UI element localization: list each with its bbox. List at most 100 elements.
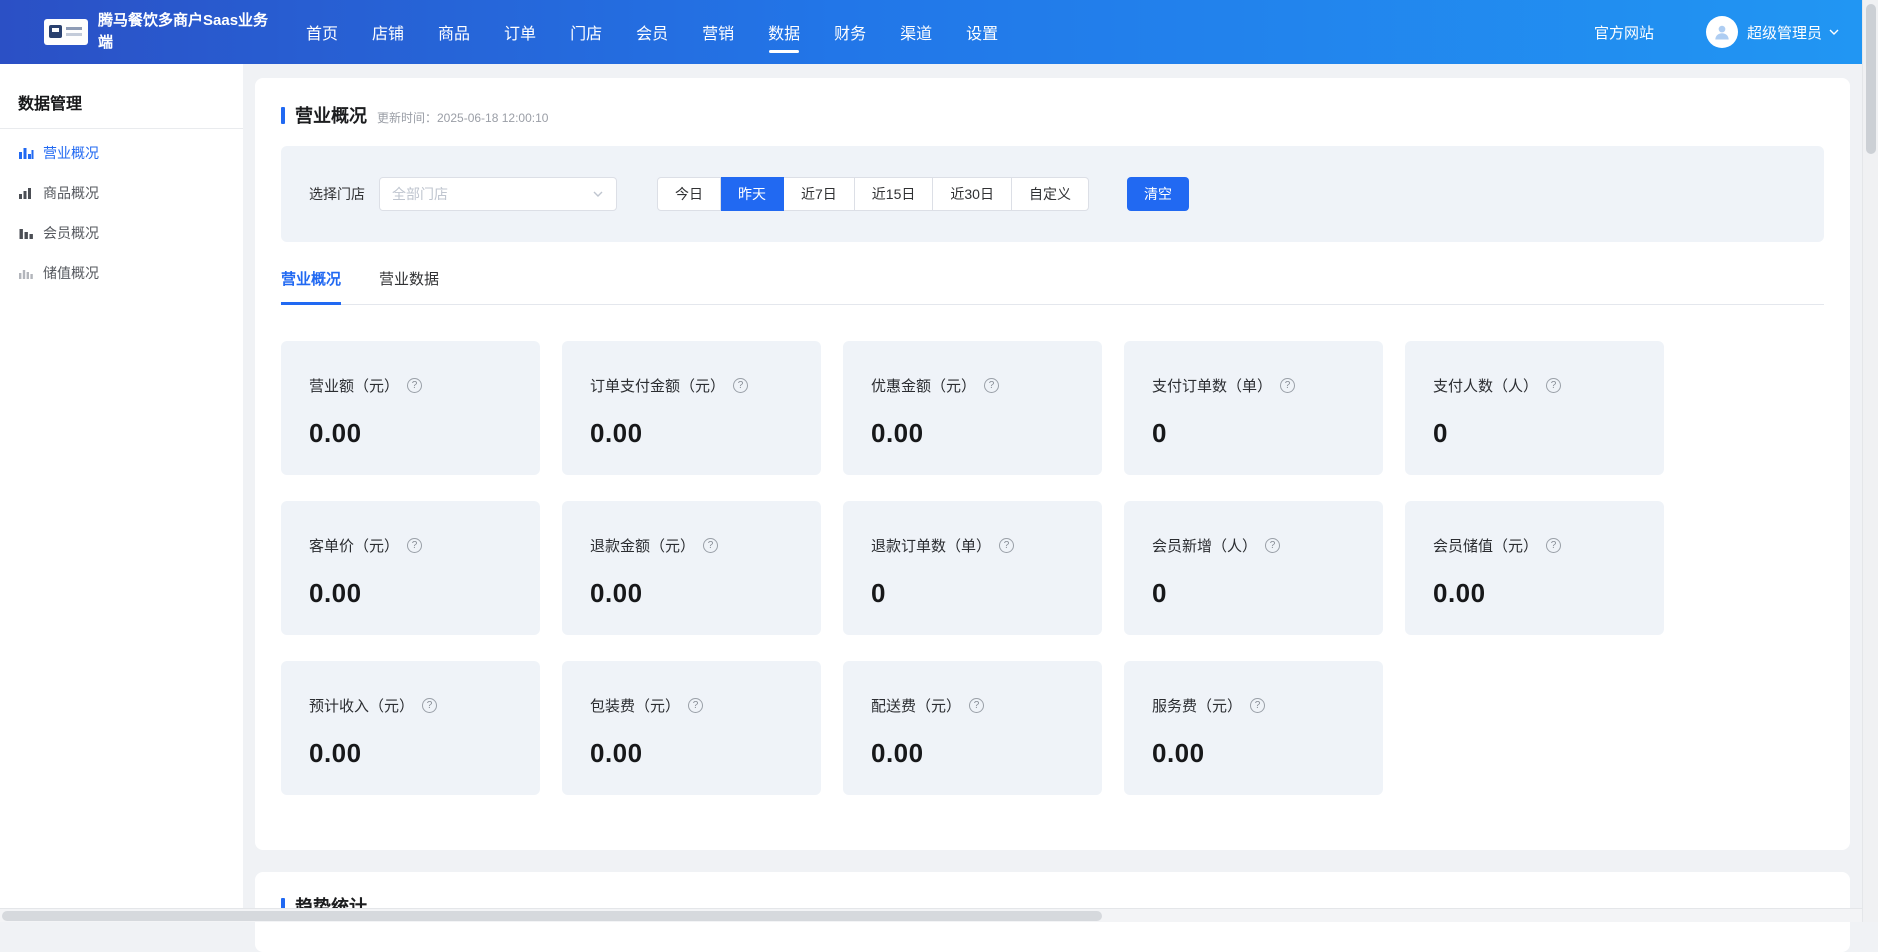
date-range-group: 今日 昨天 近7日 近15日 近30日 自定义: [657, 177, 1089, 211]
sidebar: 数据管理 营业概况 商品概况 会员概况: [0, 64, 243, 908]
stat-card-paid-order-count: 支付订单数（单）? 0: [1124, 341, 1383, 475]
stat-card-order-paid-amount: 订单支付金额（元）? 0.00: [562, 341, 821, 475]
clear-button[interactable]: 清空: [1127, 177, 1189, 211]
stat-card-grid: 营业额（元）? 0.00 订单支付金额（元）? 0.00 优惠金额（元）? 0.…: [281, 341, 1824, 795]
help-icon[interactable]: ?: [407, 538, 422, 553]
help-icon[interactable]: ?: [407, 378, 422, 393]
stat-label: 会员新增（人）: [1152, 535, 1257, 556]
nav-item-settings[interactable]: 设置: [966, 0, 998, 64]
nav-item-label: 会员: [636, 20, 668, 44]
top-nav-menu: 首页 店铺 商品 订单 门店 会员 营销 数据 财务 渠道 设置: [306, 0, 998, 64]
filter-panel: 选择门店 全部门店 今日 昨天 近7日 近15日 近30日 自定义 清空: [281, 146, 1824, 242]
stat-card-packaging-fee: 包装费（元）? 0.00: [562, 661, 821, 795]
stat-value: 0.00: [871, 738, 1074, 769]
store-select[interactable]: 全部门店: [379, 177, 617, 211]
stat-value: 0.00: [590, 738, 793, 769]
range-button-today[interactable]: 今日: [657, 177, 721, 211]
stat-value: 0.00: [1433, 578, 1636, 609]
stat-value: 0: [871, 578, 1074, 609]
nav-item-label: 商品: [438, 20, 470, 44]
range-button-last30days[interactable]: 近30日: [933, 177, 1012, 211]
stat-label: 退款订单数（单）: [871, 535, 991, 556]
stat-label: 支付订单数（单）: [1152, 375, 1272, 396]
user-name[interactable]: 超级管理员: [1747, 22, 1822, 43]
stat-card-estimated-income: 预计收入（元）? 0.00: [281, 661, 540, 795]
vertical-scrollbar-thumb[interactable]: [1866, 4, 1876, 154]
top-navbar: 腾马餐饮多商户Saas业务端 首页 店铺 商品 订单 门店 会员 营销 数据 财…: [0, 0, 1862, 64]
nav-item-label: 渠道: [900, 20, 932, 44]
nav-item-label: 设置: [966, 20, 998, 44]
help-icon[interactable]: ?: [1250, 698, 1265, 713]
stat-card-refund-amount: 退款金额（元）? 0.00: [562, 501, 821, 635]
stat-label: 包装费（元）: [590, 695, 680, 716]
help-icon[interactable]: ?: [1280, 378, 1295, 393]
bar-chart-icon: [18, 225, 34, 241]
stat-card-new-members: 会员新增（人）? 0: [1124, 501, 1383, 635]
range-button-yesterday[interactable]: 昨天: [721, 177, 784, 211]
sidebar-item-stored-value-overview[interactable]: 储值概况: [0, 253, 243, 293]
help-icon[interactable]: ?: [984, 378, 999, 393]
horizontal-scrollbar[interactable]: [0, 908, 1862, 922]
nav-item-home[interactable]: 首页: [306, 0, 338, 64]
nav-item-goods[interactable]: 商品: [438, 0, 470, 64]
range-button-custom[interactable]: 自定义: [1012, 177, 1089, 211]
business-overview-panel: 营业概况 更新时间：2025-06-18 12:00:10 选择门店 全部门店 …: [255, 78, 1850, 850]
nav-item-stores[interactable]: 门店: [570, 0, 602, 64]
stat-value: 0.00: [871, 418, 1074, 449]
tab-business-data[interactable]: 营业数据: [379, 268, 439, 305]
user-avatar[interactable]: [1706, 16, 1738, 48]
nav-item-label: 订单: [504, 20, 536, 44]
stat-card-paying-users: 支付人数（人）? 0: [1405, 341, 1664, 475]
help-icon[interactable]: ?: [1546, 538, 1561, 553]
sidebar-item-member-overview[interactable]: 会员概况: [0, 213, 243, 253]
range-button-last7days[interactable]: 近7日: [784, 177, 855, 211]
nav-item-label: 门店: [570, 20, 602, 44]
sidebar-item-business-overview[interactable]: 营业概况: [0, 133, 243, 173]
stat-label: 配送费（元）: [871, 695, 961, 716]
active-nav-underline: [769, 50, 799, 53]
help-icon[interactable]: ?: [422, 698, 437, 713]
logo-text-lines: [66, 27, 82, 30]
help-icon[interactable]: ?: [1546, 378, 1561, 393]
stat-label: 订单支付金额（元）: [590, 375, 725, 396]
help-icon[interactable]: ?: [1265, 538, 1280, 553]
tab-business-overview[interactable]: 营业概况: [281, 268, 341, 305]
update-time: 更新时间：2025-06-18 12:00:10: [377, 109, 548, 126]
app-logo: [44, 19, 88, 45]
topbar-right: 官方网站 超级管理员: [1594, 0, 1840, 64]
sidebar-item-label: 会员概况: [43, 223, 99, 243]
help-icon[interactable]: ?: [688, 698, 703, 713]
nav-item-marketing[interactable]: 营销: [702, 0, 734, 64]
horizontal-scrollbar-thumb[interactable]: [2, 911, 1102, 921]
vertical-scrollbar[interactable]: [1862, 0, 1878, 922]
bar-chart-icon: [18, 265, 34, 281]
help-icon[interactable]: ?: [733, 378, 748, 393]
nav-item-shop[interactable]: 店铺: [372, 0, 404, 64]
stat-label: 优惠金额（元）: [871, 375, 976, 396]
stat-card-refund-order-count: 退款订单数（单）? 0: [843, 501, 1102, 635]
nav-item-orders[interactable]: 订单: [504, 0, 536, 64]
nav-item-members[interactable]: 会员: [636, 0, 668, 64]
stat-value: 0.00: [309, 738, 512, 769]
stat-label: 退款金额（元）: [590, 535, 695, 556]
chevron-down-icon[interactable]: [1828, 26, 1840, 38]
nav-item-channels[interactable]: 渠道: [900, 0, 932, 64]
stat-value: 0: [1433, 418, 1636, 449]
help-icon[interactable]: ?: [999, 538, 1014, 553]
section-accent-bar: [281, 107, 285, 124]
help-icon[interactable]: ?: [969, 698, 984, 713]
stat-card-discount-amount: 优惠金额（元）? 0.00: [843, 341, 1102, 475]
bar-chart-icon: [18, 145, 34, 161]
official-site-link[interactable]: 官方网站: [1594, 22, 1654, 43]
bar-chart-icon: [18, 185, 34, 201]
help-icon[interactable]: ?: [703, 538, 718, 553]
range-button-last15days[interactable]: 近15日: [855, 177, 934, 211]
section-title: 营业概况: [295, 102, 367, 128]
stat-value: 0.00: [590, 578, 793, 609]
nav-item-data[interactable]: 数据: [768, 0, 800, 64]
nav-item-finance[interactable]: 财务: [834, 0, 866, 64]
nav-item-label: 数据: [768, 20, 800, 44]
app-title: 腾马餐饮多商户Saas业务端: [98, 10, 270, 54]
stat-label: 预计收入（元）: [309, 695, 414, 716]
sidebar-item-goods-overview[interactable]: 商品概况: [0, 173, 243, 213]
